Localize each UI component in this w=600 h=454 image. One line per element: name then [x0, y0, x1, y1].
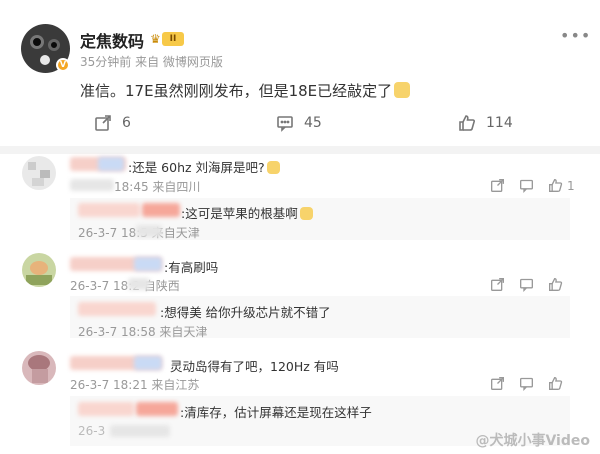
- reply-meta: 26-3: [78, 424, 106, 438]
- more-options-icon[interactable]: •••: [560, 26, 591, 45]
- like-button[interactable]: 1: [548, 178, 575, 193]
- name-blur-part: [98, 157, 124, 171]
- comment-avatar[interactable]: [22, 351, 56, 385]
- comment-text: 灵动岛得有了吧，120Hz 有吗: [170, 359, 339, 374]
- thumbs-up-icon[interactable]: [548, 277, 563, 292]
- time-blurred: [136, 225, 162, 237]
- level-badge: II: [162, 32, 184, 46]
- comment-meta: 26-3-7 18:21 来自江苏: [70, 378, 200, 392]
- reply-meta: 26-3-7 18:58 来自天津: [78, 325, 208, 339]
- watermark: @犬城小事Video: [475, 433, 590, 449]
- comment-meta: 26-3-7 18:2 自陕西: [70, 279, 180, 293]
- like-count: 114: [486, 115, 513, 131]
- comment-count: 45: [304, 115, 322, 131]
- reply-text-content: :这可是苹果的根基啊: [181, 206, 298, 221]
- name-blur-part: [134, 356, 162, 370]
- cat-emoji-icon: [394, 82, 411, 98]
- comment-avatar[interactable]: [22, 156, 56, 190]
- verified-badge-icon: V: [56, 58, 70, 72]
- share-button[interactable]: 6: [94, 114, 131, 132]
- post-text-content: 准信。17E虽然刚刚发布，但是18E已经敲定了: [80, 82, 393, 100]
- name-blur-part: [134, 257, 162, 271]
- emoji-icon: [299, 207, 313, 220]
- emoji-icon: [266, 161, 280, 174]
- comment-text-content: :还是 60hz 刘海屏是吧?: [128, 160, 265, 175]
- time-blurred: [110, 425, 170, 437]
- date-blurred: [70, 179, 114, 191]
- thumbs-up-icon: [549, 178, 563, 192]
- name-blur-part: [142, 203, 180, 217]
- share-icon[interactable]: [490, 277, 505, 292]
- thumbs-up-icon[interactable]: [548, 376, 563, 391]
- like-button[interactable]: 114: [458, 114, 513, 132]
- comment-icon: [277, 116, 293, 132]
- crown-icon: ♛: [150, 32, 161, 46]
- name-blur-part: [136, 402, 178, 416]
- comment-button[interactable]: 45: [276, 114, 322, 132]
- comment-text: :有高刷吗: [164, 260, 219, 275]
- comment-actions: [490, 277, 563, 292]
- share-icon[interactable]: [490, 376, 505, 391]
- comment-avatar[interactable]: [22, 253, 56, 287]
- comment-icon[interactable]: [519, 178, 534, 193]
- comment-meta: 18:45 来自四川: [114, 180, 201, 194]
- reply-text: :清库存，估计屏幕还是现在这样子: [180, 405, 372, 420]
- author-name[interactable]: 定焦数码: [80, 28, 144, 52]
- thumbs-up-icon: [459, 115, 475, 131]
- like-count: 1: [567, 178, 575, 193]
- share-icon: [95, 115, 111, 131]
- divider: [0, 146, 600, 154]
- comment-actions: 1: [490, 178, 575, 193]
- post-text: 准信。17E虽然刚刚发布，但是18E已经敲定了: [80, 80, 411, 101]
- replier-name-blurred[interactable]: [78, 402, 134, 416]
- post-meta: 35分钟前 来自 微博网页版: [80, 55, 223, 69]
- share-icon[interactable]: [490, 178, 505, 193]
- time-blurred: [128, 278, 150, 290]
- replier-name-blurred[interactable]: [78, 203, 140, 217]
- reply-text: :想得美 给你升级芯片就不错了: [160, 305, 331, 320]
- comment-icon[interactable]: [519, 376, 534, 391]
- share-count: 6: [122, 115, 131, 131]
- reply-text: :这可是苹果的根基啊: [181, 203, 313, 222]
- comment-actions: [490, 376, 563, 391]
- replier-name-blurred[interactable]: [78, 302, 156, 316]
- comment-text: :还是 60hz 刘海屏是吧?: [128, 157, 280, 176]
- comment-icon[interactable]: [519, 277, 534, 292]
